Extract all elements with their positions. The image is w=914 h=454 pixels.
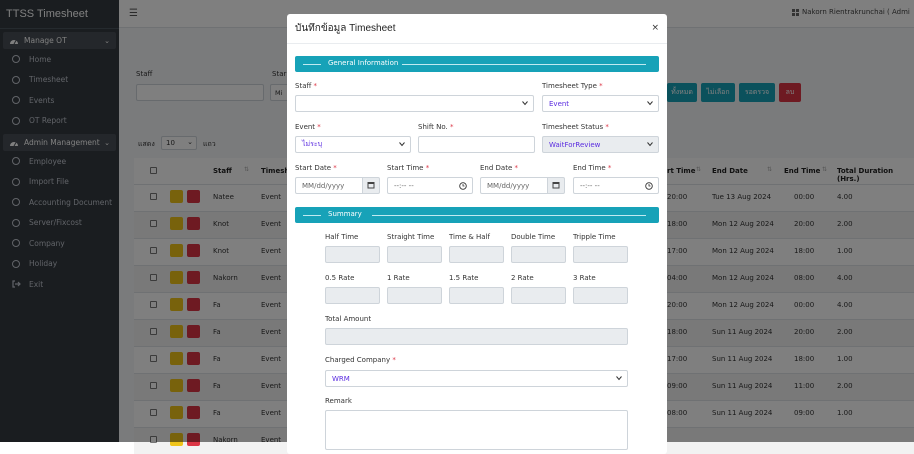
divider [303, 215, 321, 216]
required-mark: * [515, 164, 519, 172]
general-information-section-header: General Information [295, 56, 659, 72]
label-text: Start Date [295, 164, 331, 172]
start-date-label: Start Date * [295, 164, 337, 172]
placeholder-text: MM/dd/yyyy [487, 182, 529, 190]
chevron-down-icon [399, 141, 405, 147]
end-date-label: End Date * [480, 164, 518, 172]
label-text: Timesheet Status [542, 123, 603, 131]
label-text: Staff [295, 82, 311, 90]
rate-2-label: 2 Rate [511, 274, 534, 282]
staff-select[interactable] [295, 95, 534, 112]
label-text: Event [295, 123, 315, 131]
end-date-input[interactable]: MM/dd/yyyy [480, 177, 548, 194]
straight-time-label: Straight Time [387, 233, 434, 241]
staff-field-label: Staff * [295, 82, 317, 90]
required-mark: * [392, 356, 396, 364]
double-time-field [511, 246, 566, 263]
half-time-label: Half Time [325, 233, 358, 241]
divider [303, 64, 321, 65]
end-time-input[interactable]: --:-- -- [573, 177, 659, 194]
modal-title: บันทึกข้อมูล Timesheet [287, 14, 667, 44]
rate-1-field [387, 287, 442, 304]
straight-time-field [387, 246, 442, 263]
tripple-time-label: Tripple Time [573, 233, 616, 241]
required-mark: * [450, 123, 454, 131]
required-mark: * [333, 164, 337, 172]
double-time-label: Double Time [511, 233, 555, 241]
chevron-down-icon [522, 100, 528, 106]
rate-15-label: 1.5 Rate [449, 274, 478, 282]
required-mark: * [426, 164, 430, 172]
chevron-down-icon [647, 141, 653, 147]
placeholder-text: --:-- -- [394, 182, 414, 190]
rate-3-label: 3 Rate [573, 274, 596, 282]
time-and-half-label: Time & Half [449, 233, 490, 241]
select-value: WaitForReview [549, 141, 600, 149]
remark-textarea[interactable] [325, 410, 628, 450]
charged-company-label: Charged Company * [325, 356, 396, 364]
placeholder-text: --:-- -- [580, 182, 600, 190]
rate-05-label: 0.5 Rate [325, 274, 354, 282]
total-amount-field [325, 328, 628, 345]
start-date-input[interactable]: MM/dd/yyyy [295, 177, 363, 194]
required-mark: * [605, 123, 609, 131]
required-mark: * [317, 123, 321, 131]
close-icon[interactable]: × [651, 23, 659, 33]
rate-15-field [449, 287, 504, 304]
rate-05-field [325, 287, 380, 304]
shift-no-input[interactable] [418, 136, 535, 153]
select-value: Event [549, 100, 569, 108]
placeholder-text: MM/dd/yyyy [302, 182, 344, 190]
calendar-icon[interactable] [547, 177, 565, 194]
label-text: Start Time [387, 164, 423, 172]
section-title: Summary [328, 210, 362, 218]
timesheet-modal: บันทึกข้อมูล Timesheet × General Informa… [287, 14, 667, 454]
shift-no-label: Shift No. * [418, 123, 454, 131]
end-time-label: End Time * [573, 164, 611, 172]
event-field-label: Event * [295, 123, 321, 131]
timesheet-status-select[interactable]: WaitForReview [542, 136, 659, 153]
charged-company-select[interactable]: WRM [325, 370, 628, 387]
timesheet-type-label: Timesheet Type * [542, 82, 603, 90]
start-time-input[interactable]: --:-- -- [387, 177, 473, 194]
required-mark: * [314, 82, 318, 90]
select-value: WRM [332, 375, 350, 383]
divider [372, 215, 646, 216]
chevron-down-icon [616, 375, 622, 381]
label-text: Shift No. [418, 123, 448, 131]
remark-label: Remark [325, 397, 352, 405]
rate-2-field [511, 287, 566, 304]
time-and-half-field [449, 246, 504, 263]
calendar-icon[interactable] [362, 177, 380, 194]
required-mark: * [599, 82, 603, 90]
clock-icon [459, 182, 467, 190]
half-time-field [325, 246, 380, 263]
timesheet-type-select[interactable]: Event [542, 95, 659, 112]
divider [402, 64, 646, 65]
label-text: Charged Company [325, 356, 390, 364]
rate-3-field [573, 287, 628, 304]
select-value: ไม่ระบุ [302, 139, 322, 150]
total-amount-label: Total Amount [325, 315, 371, 323]
label-text: Timesheet Type [542, 82, 597, 90]
timesheet-status-label: Timesheet Status * [542, 123, 609, 131]
summary-section-header: Summary [295, 207, 659, 223]
section-title: General Information [328, 59, 398, 67]
rate-1-label: 1 Rate [387, 274, 410, 282]
label-text: End Date [480, 164, 512, 172]
clock-icon [645, 182, 653, 190]
start-time-label: Start Time * [387, 164, 429, 172]
label-text: End Time [573, 164, 606, 172]
required-mark: * [608, 164, 612, 172]
event-select[interactable]: ไม่ระบุ [295, 136, 411, 153]
tripple-time-field [573, 246, 628, 263]
chevron-down-icon [647, 100, 653, 106]
